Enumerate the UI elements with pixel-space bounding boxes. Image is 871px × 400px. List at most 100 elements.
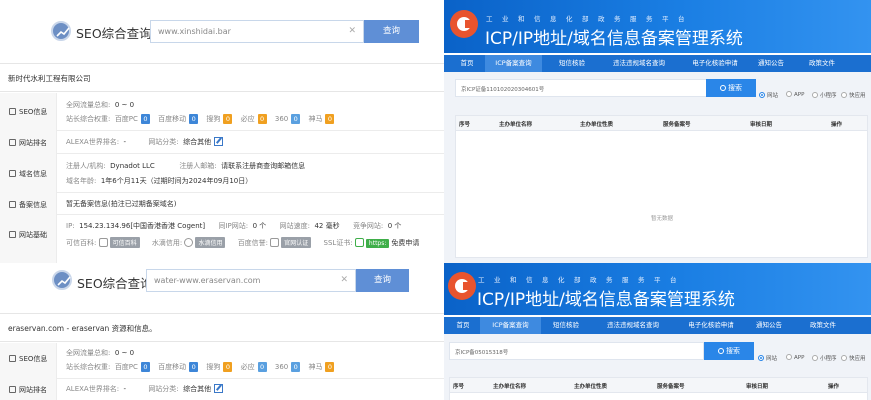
nav-e-verify[interactable]: 电子化核验申请: [682, 55, 748, 72]
icp-logo-icon: [450, 10, 478, 38]
icp-subtitle: 工业和信息化部政务服务平台: [486, 15, 694, 23]
search-input[interactable]: water-www.eraservan.com ✕: [146, 269, 356, 292]
icp-search-input[interactable]: 京ICP证备110102020304601号: [455, 79, 707, 97]
badge-shenma[interactable]: 0: [325, 114, 335, 124]
seo-panel-1: SEO综合查询 www.xinshidai.bar ✕ 查询 新时代水利工程有限…: [0, 0, 444, 263]
divider: [57, 378, 444, 379]
nav-notice[interactable]: 通知公告: [752, 317, 786, 334]
badge-sogou[interactable]: 0: [223, 362, 233, 372]
icp-search-button[interactable]: 搜索: [704, 342, 754, 360]
nav-icp-query[interactable]: ICP备案查询: [480, 317, 541, 334]
radio-app[interactable]: APP: [786, 354, 804, 361]
icp-search-button[interactable]: 搜索: [706, 79, 756, 97]
sidebar-item-icp[interactable]: 备案信息: [9, 200, 47, 210]
weights-row: 站长综合权重: 百度PC 0 百度移动 0 搜狗 0 必应 0 360 0 神马 0: [66, 362, 340, 372]
nav-notice[interactable]: 通知公告: [754, 55, 788, 72]
site-title-bar: 新时代水利工程有限公司: [0, 63, 444, 92]
nav-home[interactable]: 首页: [452, 55, 482, 72]
ip-row: IP: 154.23.134.96[中国香港香港 Cogent] 同IP网站: …: [66, 222, 402, 230]
badge-baidu-pc[interactable]: 0: [140, 362, 150, 372]
badge-360[interactable]: 0: [291, 362, 301, 372]
radio-quickapp[interactable]: 快应用: [841, 91, 866, 99]
baidu-trust-tag[interactable]: 官网认证: [281, 237, 312, 248]
edit-icon[interactable]: [214, 384, 224, 393]
drop-icon: [184, 238, 194, 247]
ssl-apply-link[interactable]: 免费申请: [391, 239, 419, 247]
clear-icon[interactable]: ✕: [348, 26, 356, 36]
radio-app[interactable]: APP: [786, 91, 804, 98]
lock-icon: [354, 238, 364, 247]
brand-title: SEO综合查询: [76, 26, 152, 41]
nav-sms[interactable]: 短信核验: [544, 317, 588, 334]
icp-banner: 工业和信息化部政务服务平台 ICP/IP地址/域名信息备案管理系统: [444, 263, 871, 315]
nav-home[interactable]: 首页: [448, 317, 478, 334]
rank-icon: [9, 386, 16, 393]
radio-icon: [841, 92, 847, 98]
trust-tag[interactable]: 可信百科: [109, 237, 140, 248]
badge-baidu-pc[interactable]: 0: [140, 114, 150, 124]
icp-results-table: 序号 主办单位名称 主办单位性质 服务备案号 审核日期 操作: [449, 377, 868, 400]
screenshot-collage: SEO综合查询 www.xinshidai.bar ✕ 查询 新时代水利工程有限…: [0, 0, 871, 400]
radio-quickapp[interactable]: 快应用: [841, 354, 866, 362]
icp-panel-1: 工业和信息化部政务服务平台 ICP/IP地址/域名信息备案管理系统 首页 ICP…: [444, 0, 871, 263]
seo-header: SEO综合查询 water-www.eraservan.com ✕ 查询: [0, 263, 444, 315]
table-header: 序号 主办单位名称 主办单位性质 服务备案号 审核日期 操作: [456, 116, 867, 131]
radio-icon: [841, 355, 847, 361]
icp-search-input[interactable]: 京ICP备05015318号: [449, 342, 704, 360]
sidebar-item-rank[interactable]: 网站排名: [9, 385, 47, 395]
badge-bing[interactable]: 0: [257, 114, 267, 124]
radio-miniapp[interactable]: 小程序: [812, 354, 837, 362]
traffic-row: 全网流量总和: 0 ~ 0: [66, 349, 135, 357]
badge-360[interactable]: 0: [291, 114, 301, 124]
rank-icon: [9, 139, 16, 146]
radio-checked-icon: [759, 92, 765, 98]
search-input[interactable]: www.xinshidai.bar ✕: [150, 20, 364, 43]
nav-policy[interactable]: 政策文件: [801, 317, 845, 334]
badge-sogou[interactable]: 0: [223, 114, 233, 124]
divider: [57, 153, 444, 154]
sidebar: SEO信息 网站排名 域名信息 备案信息 网站基础: [0, 93, 57, 263]
alexa-row: ALEXA世界排名: - 网站分类: 综合其他: [66, 384, 224, 394]
sidebar-item-seo[interactable]: SEO信息: [9, 107, 47, 117]
nav-illegal-domain[interactable]: 违法违规域名查询: [598, 317, 668, 334]
edit-icon[interactable]: [214, 137, 224, 146]
icp-logo-icon: [448, 272, 476, 300]
badge-baidu-mobile[interactable]: 0: [189, 114, 199, 124]
seo-header: SEO综合查询 www.xinshidai.bar ✕ 查询: [0, 0, 444, 62]
site-title: eraservan.com - eraservan 资源和信息。: [8, 324, 157, 333]
nav-sms[interactable]: 短信核验: [550, 55, 594, 72]
radio-checked-icon: [758, 355, 764, 361]
radio-miniapp[interactable]: 小程序: [812, 91, 837, 99]
nav-illegal-domain[interactable]: 违法违规域名查询: [604, 55, 674, 72]
icp-icon: [9, 201, 16, 208]
trust-icon: [98, 238, 108, 247]
nav-icp-query[interactable]: ICP备案查询: [485, 55, 542, 72]
badge-bing[interactable]: 0: [257, 362, 267, 372]
seo-icon: [9, 355, 16, 362]
shield-icon: [270, 238, 280, 247]
badge-shenma[interactable]: 0: [325, 362, 335, 372]
icp-subtitle: 工业和信息化部政务服务平台: [478, 276, 686, 284]
sidebar-item-seo[interactable]: SEO信息: [9, 354, 47, 364]
search-icon: [720, 85, 726, 91]
badge-baidu-mobile[interactable]: 0: [189, 362, 199, 372]
search-button[interactable]: 查询: [356, 269, 409, 292]
radio-website[interactable]: 网站: [758, 354, 777, 362]
nav-policy[interactable]: 政策文件: [800, 55, 844, 72]
ssl-tag[interactable]: https:: [365, 239, 390, 248]
no-data-text: 暂无数据: [651, 216, 674, 222]
shuidi-tag[interactable]: 水滴信用: [195, 237, 226, 248]
icp-panel-2: 工业和信息化部政务服务平台 ICP/IP地址/域名信息备案管理系统 首页 ICP…: [444, 263, 871, 400]
search-button[interactable]: 查询: [364, 20, 419, 43]
nav-e-verify[interactable]: 电子化核验申请: [678, 317, 744, 334]
sidebar-item-domain[interactable]: 域名信息: [9, 169, 47, 179]
radio-website[interactable]: 网站: [759, 91, 778, 99]
sidebar-item-basic[interactable]: 网站基础: [9, 230, 47, 240]
traffic-row: 全网流量总和: 0 ~ 0: [66, 101, 135, 109]
search-icon: [718, 348, 724, 354]
icp-title: ICP/IP地址/域名信息备案管理系统: [485, 29, 743, 49]
icp-results-table: 序号 主办单位名称 主办单位性质 服务备案号 审核日期 操作 暂无数据: [455, 115, 868, 258]
divider: [57, 214, 444, 215]
sidebar-item-rank[interactable]: 网站排名: [9, 138, 47, 148]
clear-icon[interactable]: ✕: [340, 275, 348, 285]
